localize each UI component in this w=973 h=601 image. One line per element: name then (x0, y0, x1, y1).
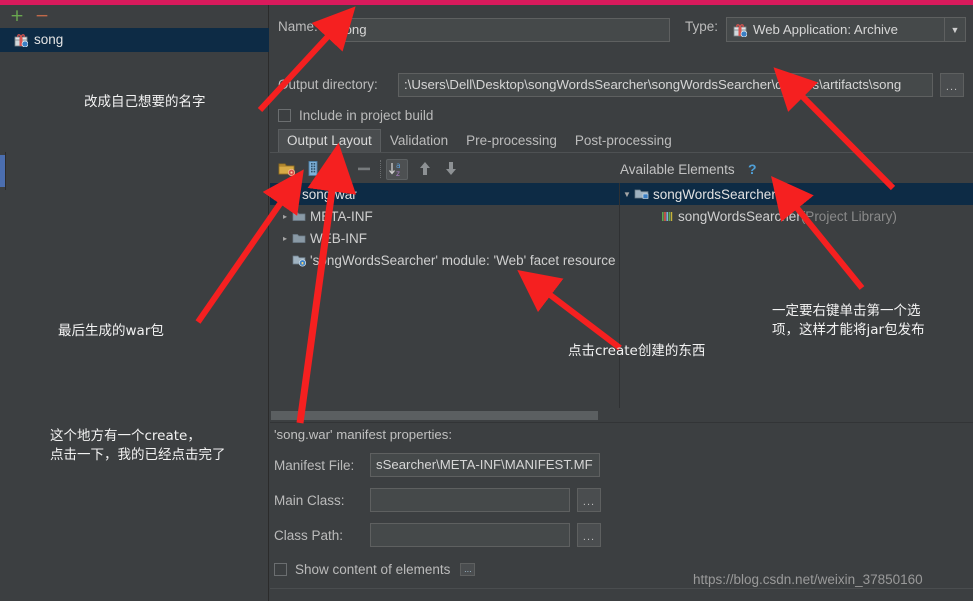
tree-node-label: song.war (302, 186, 357, 202)
tree-node-web-facet-resource[interactable]: 'songWordsSearcher' module: 'Web' facet … (270, 249, 619, 271)
folder-icon (292, 209, 306, 223)
annotation-right-click: 一定要右键单击第一个选 项，这样才能将jar包发布 (772, 303, 925, 338)
manifest-file-label: Manifest File: (274, 458, 355, 473)
tree-node-label: WEB-INF (310, 230, 367, 246)
class-path-input[interactable] (370, 523, 570, 547)
include-in-build-checkbox[interactable] (278, 109, 291, 122)
module-folder-icon (634, 187, 649, 201)
manifest-properties-title: 'song.war' manifest properties: (274, 427, 453, 442)
create-archive-icon[interactable] (304, 160, 324, 179)
add-copy-of-icon[interactable] (328, 160, 348, 179)
class-path-label: Class Path: (274, 528, 344, 543)
remove-icon (355, 160, 375, 179)
name-input[interactable]: song (332, 18, 670, 42)
show-content-row[interactable]: Show content of elements ... (274, 562, 476, 577)
remove-artifact-button[interactable]: − (33, 8, 51, 26)
module-icon (292, 253, 306, 267)
main-class-label: Main Class: (274, 493, 345, 508)
tabs-underline (270, 152, 973, 153)
annotation-name: 改成自己想要的名字 (84, 94, 206, 110)
tree-node-meta-inf[interactable]: ▸ META-INF (270, 205, 619, 227)
main-class-browse-button[interactable]: ... (577, 488, 601, 512)
tree-node-web-inf[interactable]: ▸ WEB-INF (270, 227, 619, 249)
show-content-browse-button[interactable]: ... (460, 563, 476, 576)
artifacts-list: song (0, 28, 269, 52)
move-down-icon[interactable] (442, 160, 462, 179)
class-path-browse-button[interactable]: ... (577, 523, 601, 547)
artifact-icon (14, 33, 28, 47)
sort-icon[interactable]: a z (386, 159, 408, 180)
artifact-tabs: Output Layout Validation Pre-processing … (278, 129, 681, 152)
output-directory-browse-button[interactable]: ... (940, 73, 964, 97)
add-artifact-button[interactable]: + (8, 8, 26, 26)
artifact-list-item-label: song (34, 32, 64, 47)
tree-node-label: 'songWordsSearcher' module: 'Web' facet … (310, 252, 616, 268)
section-divider (270, 422, 973, 423)
tree-node-label: songWordsSearcher (678, 208, 801, 224)
available-elements-label: Available Elements (620, 162, 735, 177)
manifest-file-row: Manifest File: (274, 458, 354, 473)
tree-node-suffix: (Project Library) (800, 208, 897, 224)
output-directory-label: Output directory: (278, 77, 378, 92)
tree-node-songwordssearcher-library[interactable]: songWordsSearcher (Project Library) (620, 205, 973, 227)
manifest-file-input[interactable]: sSearcher\META-INF\MANIFEST.MF (370, 453, 600, 477)
tab-post-processing[interactable]: Post-processing (566, 129, 681, 152)
folder-icon (292, 231, 306, 245)
scrollbar-thumb[interactable] (271, 411, 598, 420)
main-class-row: Main Class: (274, 493, 345, 508)
name-row: Name: (278, 19, 318, 34)
show-content-checkbox[interactable] (274, 563, 287, 576)
war-icon (284, 187, 298, 201)
type-combobox-value: Web Application: Archive (753, 22, 898, 37)
available-elements-tree: ▼ songWordsSearcher songWordsSearcher (P… (620, 183, 973, 408)
output-directory-input[interactable]: :\Users\Dell\Desktop\songWordsSearcher\s… (398, 73, 933, 97)
artifacts-toolbar: + − (0, 5, 269, 28)
tab-pre-processing[interactable]: Pre-processing (457, 129, 566, 152)
tree-twisty[interactable]: ▼ (620, 190, 634, 199)
annotation-create-result: 点击create创建的东西 (568, 343, 706, 359)
tree-node-songwordssearcher-module[interactable]: ▼ songWordsSearcher (620, 183, 973, 205)
help-icon[interactable]: ? (748, 161, 757, 177)
move-up-icon[interactable] (416, 160, 436, 179)
annotation-war-package: 最后生成的war包 (58, 323, 164, 339)
tab-validation[interactable]: Validation (381, 129, 457, 152)
library-icon (660, 209, 674, 223)
tree-horizontal-scrollbar[interactable] (271, 410, 619, 420)
editor-gutter-line (5, 152, 6, 190)
type-label: Type: (685, 19, 719, 34)
tree-twisty[interactable]: ▸ (278, 234, 292, 243)
show-content-label: Show content of elements (295, 562, 451, 577)
include-in-build-label: Include in project build (299, 108, 434, 123)
toolbar-separator (380, 160, 381, 178)
include-in-build-row[interactable]: Include in project build (278, 108, 433, 123)
tree-node-song-war[interactable]: song.war (270, 183, 619, 205)
artifact-type-icon (733, 23, 747, 37)
tab-output-layout[interactable]: Output Layout (278, 129, 381, 152)
name-label: Name: (278, 19, 318, 34)
artifact-output-tree: song.war ▸ META-INF ▸ WEB-INF 'songWords… (270, 183, 619, 408)
main-class-input[interactable] (370, 488, 570, 512)
create-directory-icon[interactable] (278, 160, 298, 179)
watermark-url: https://blog.csdn.net/weixin_37850160 (693, 572, 923, 587)
tree-twisty[interactable]: ▸ (278, 212, 292, 221)
chevron-down-icon[interactable]: ▼ (944, 18, 965, 41)
annotation-create-location: 这个地方有一个create， 点击一下，我的已经点击完了 (50, 428, 226, 463)
artifact-settings-window: + − song Name: song Type: Web Applicatio… (0, 0, 973, 601)
bottom-divider (270, 588, 973, 589)
output-directory-row: Output directory: (278, 77, 378, 92)
class-path-row: Class Path: (274, 528, 343, 543)
svg-text:z: z (396, 169, 400, 178)
type-combobox[interactable]: Web Application: Archive ▼ (726, 17, 966, 42)
tree-node-label: songWordsSearcher (653, 186, 776, 202)
artifact-list-item-song[interactable]: song (0, 28, 269, 52)
tree-node-label: META-INF (310, 208, 373, 224)
type-row: Type: (685, 19, 718, 34)
